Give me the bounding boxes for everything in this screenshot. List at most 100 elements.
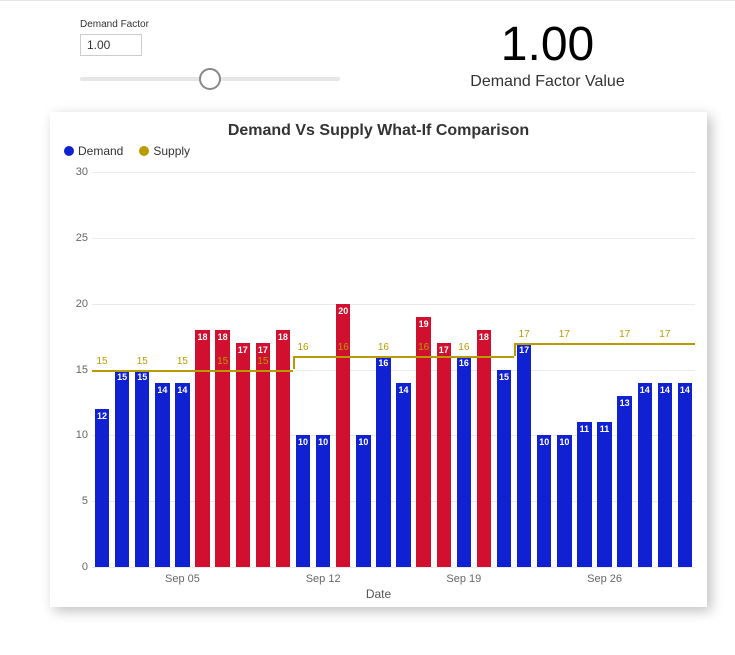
- slider-label: Demand Factor: [80, 19, 340, 30]
- bar-value-label: 13: [617, 398, 631, 408]
- x-tick: Sep 26: [587, 573, 622, 585]
- slider-track[interactable]: [80, 64, 340, 94]
- chart-card: Demand Vs Supply What-If Comparison Dema…: [50, 112, 707, 607]
- y-tick: 10: [64, 429, 88, 441]
- supply-value-label: 15: [96, 356, 107, 367]
- y-tick: 0: [64, 561, 88, 573]
- legend: Demand Supply: [50, 144, 707, 162]
- demand-bar[interactable]: 18: [195, 330, 209, 567]
- demand-bar[interactable]: 11: [577, 422, 591, 567]
- bar-value-label: 17: [517, 345, 531, 355]
- supply-value-label: 17: [519, 329, 530, 340]
- bar-value-label: 15: [115, 372, 129, 382]
- bar-value-label: 11: [597, 424, 611, 434]
- bar-value-label: 18: [195, 332, 209, 342]
- bar-value-label: 20: [336, 306, 350, 316]
- kpi-card: 1.00 Demand Factor Value: [380, 19, 715, 91]
- supply-step: [293, 356, 514, 358]
- demand-bar[interactable]: 19: [416, 317, 430, 567]
- legend-label: Demand: [78, 144, 123, 158]
- y-tick: 30: [64, 166, 88, 178]
- demand-bar[interactable]: 14: [638, 383, 652, 567]
- demand-bar[interactable]: 17: [437, 343, 451, 567]
- bar-value-label: 17: [256, 345, 270, 355]
- demand-bar[interactable]: 17: [517, 343, 531, 567]
- kpi-label: Demand Factor Value: [380, 73, 715, 91]
- demand-bar[interactable]: 10: [356, 435, 370, 567]
- supply-value-label: 17: [619, 329, 630, 340]
- y-tick: 5: [64, 495, 88, 507]
- demand-bar[interactable]: 15: [115, 370, 129, 568]
- bar-value-label: 18: [276, 332, 290, 342]
- slider-thumb[interactable]: [199, 68, 221, 90]
- bar-value-label: 15: [135, 372, 149, 382]
- x-axis-label: Date: [50, 587, 707, 601]
- demand-bar[interactable]: 14: [396, 383, 410, 567]
- demand-bar[interactable]: 14: [658, 383, 672, 567]
- demand-bar[interactable]: 10: [557, 435, 571, 567]
- bar-value-label: 14: [396, 385, 410, 395]
- y-tick: 20: [64, 298, 88, 310]
- demand-bar[interactable]: 13: [617, 396, 631, 567]
- supply-value-label: 15: [137, 356, 148, 367]
- supply-value-label: 15: [217, 356, 228, 367]
- chart-title: Demand Vs Supply What-If Comparison: [50, 112, 707, 144]
- bar-value-label: 10: [557, 437, 571, 447]
- demand-bar[interactable]: 17: [256, 343, 270, 567]
- gridline: [92, 238, 695, 239]
- legend-item-supply[interactable]: Supply: [139, 144, 190, 158]
- supply-step: [92, 370, 293, 372]
- kpi-value: 1.00: [380, 21, 715, 69]
- demand-bar[interactable]: 14: [678, 383, 692, 567]
- bar-value-label: 17: [236, 345, 250, 355]
- bar-value-label: 14: [638, 385, 652, 395]
- demand-bar[interactable]: 18: [276, 330, 290, 567]
- supply-value-label: 16: [378, 342, 389, 353]
- bar-value-label: 10: [356, 437, 370, 447]
- supply-value-label: 15: [177, 356, 188, 367]
- demand-bar[interactable]: 11: [597, 422, 611, 567]
- demand-bar[interactable]: 17: [236, 343, 250, 567]
- gridline: [92, 172, 695, 173]
- demand-swatch-icon: [64, 146, 74, 156]
- x-tick: Sep 05: [165, 573, 200, 585]
- plot-area: 0510152025301215151414181817171810102010…: [92, 172, 695, 567]
- bar-value-label: 10: [537, 437, 551, 447]
- bar-value-label: 16: [376, 358, 390, 368]
- slider-value-input[interactable]: 1.00: [80, 34, 142, 56]
- bar-value-label: 19: [416, 319, 430, 329]
- demand-bar[interactable]: 10: [537, 435, 551, 567]
- demand-bar[interactable]: 16: [457, 356, 471, 567]
- demand-bar[interactable]: 15: [135, 370, 149, 568]
- x-tick: Sep 19: [446, 573, 481, 585]
- x-tick: Sep 12: [306, 573, 341, 585]
- demand-bar[interactable]: 18: [477, 330, 491, 567]
- supply-step: [514, 343, 695, 345]
- gridline: [92, 567, 695, 568]
- demand-bar[interactable]: 14: [175, 383, 189, 567]
- bar-value-label: 15: [497, 372, 511, 382]
- bar-value-label: 14: [155, 385, 169, 395]
- gridline: [92, 304, 695, 305]
- bar-value-label: 17: [437, 345, 451, 355]
- supply-value-label: 16: [458, 342, 469, 353]
- y-tick: 15: [64, 364, 88, 376]
- bar-value-label: 14: [658, 385, 672, 395]
- legend-item-demand[interactable]: Demand: [64, 144, 123, 158]
- bar-value-label: 16: [457, 358, 471, 368]
- demand-bar[interactable]: 10: [296, 435, 310, 567]
- bar-value-label: 10: [296, 437, 310, 447]
- demand-bar[interactable]: 12: [95, 409, 109, 567]
- demand-bar[interactable]: 16: [376, 356, 390, 567]
- supply-value-label: 16: [338, 342, 349, 353]
- supply-swatch-icon: [139, 146, 149, 156]
- bar-value-label: 18: [477, 332, 491, 342]
- demand-bar[interactable]: 14: [155, 383, 169, 567]
- demand-bar[interactable]: 15: [497, 370, 511, 568]
- supply-value-label: 15: [257, 356, 268, 367]
- demand-bar[interactable]: 10: [316, 435, 330, 567]
- bar-value-label: 18: [215, 332, 229, 342]
- bar-value-label: 11: [577, 424, 591, 434]
- bar-value-label: 10: [316, 437, 330, 447]
- y-tick: 25: [64, 232, 88, 244]
